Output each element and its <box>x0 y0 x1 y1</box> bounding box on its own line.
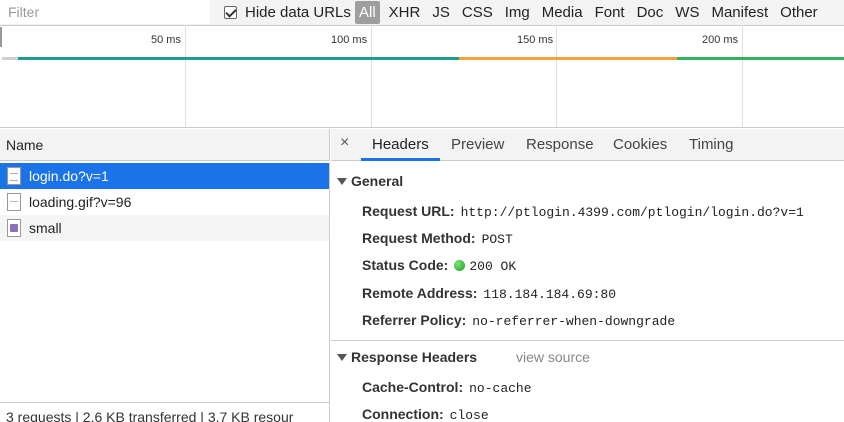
type-filter-all[interactable]: All <box>355 1 380 24</box>
timeline-gridline <box>556 27 557 127</box>
triangle-down-icon <box>337 177 347 185</box>
document-icon <box>7 167 21 185</box>
header-key: Referrer Policy: <box>362 312 467 328</box>
request-row[interactable]: small <box>0 215 329 241</box>
header-key: Cache-Control: <box>362 379 464 395</box>
timeline-tick-label: 100 ms <box>331 34 368 46</box>
timeline-gridline <box>371 27 372 127</box>
close-icon[interactable]: × <box>340 134 349 152</box>
detail-tabbar: × Headers Preview Response Cookies Timin… <box>331 129 844 161</box>
response-headers-section-toggle[interactable]: Response Headers <box>337 349 477 365</box>
name-column-header[interactable]: Name <box>0 129 330 161</box>
header-value: 200 OK <box>469 259 517 274</box>
type-filter-other[interactable]: Other <box>774 1 824 24</box>
section-title: Response Headers <box>351 349 478 365</box>
tab-response[interactable]: Response <box>526 136 594 153</box>
gif-icon <box>7 193 21 211</box>
header-row: Referrer Policy: no-referrer-when-downgra… <box>362 312 675 329</box>
timeline-bar-teal <box>18 57 459 60</box>
header-row: Request Method: POST <box>362 230 513 247</box>
header-value: POST <box>481 232 513 247</box>
timeline-tick-label: 50 ms <box>151 34 181 46</box>
triangle-down-icon <box>337 353 347 361</box>
hide-data-urls-label: Hide data URLs <box>245 3 351 21</box>
tab-cookies[interactable]: Cookies <box>613 136 667 153</box>
header-key: Request URL: <box>362 203 455 219</box>
type-filter-doc[interactable]: Doc <box>631 1 670 24</box>
filter-toolbar: Hide data URLs All XHR JS CSS Img Media … <box>0 0 844 26</box>
header-value: close <box>449 408 489 422</box>
type-filter-img[interactable]: Img <box>499 1 536 24</box>
header-key: Request Method: <box>362 230 476 246</box>
tab-preview[interactable]: Preview <box>451 136 504 153</box>
type-filter-css[interactable]: CSS <box>456 1 499 24</box>
request-list: login.do?v=1 loading.gif?v=96 small <box>0 162 330 402</box>
overview-window-handle[interactable] <box>0 27 2 47</box>
request-name: small <box>29 220 62 236</box>
type-filter-ws[interactable]: WS <box>669 1 705 24</box>
header-value: no-referrer-when-downgrade <box>472 314 676 329</box>
tab-timing[interactable]: Timing <box>689 136 733 153</box>
request-name: loading.gif?v=96 <box>29 194 132 210</box>
header-row: Request URL: http://ptlogin.4399.com/ptlo… <box>362 203 804 220</box>
timeline-gridline <box>742 27 743 127</box>
header-value: 118.184.184.69:80 <box>483 287 617 302</box>
section-divider <box>331 340 844 341</box>
section-title: General <box>351 173 404 189</box>
header-key: Connection: <box>362 406 444 422</box>
checkbox-checked-icon[interactable] <box>224 5 237 19</box>
headers-panel: General Request URL: http://ptlogin.4399.… <box>331 162 844 422</box>
timeline-gridline <box>185 27 186 127</box>
status-ok-icon <box>454 260 466 271</box>
timeline-tick-label: 150 ms <box>517 34 554 46</box>
header-row: Connection: close <box>362 406 489 422</box>
header-key: Remote Address: <box>362 285 478 301</box>
tab-headers[interactable]: Headers <box>372 136 429 153</box>
timeline-overview[interactable]: 50 ms 100 ms 150 ms 200 ms <box>0 27 844 128</box>
hide-data-urls-checkbox[interactable]: Hide data URLs <box>224 1 351 23</box>
name-header-label: Name <box>6 137 44 153</box>
header-row: Cache-Control: no-cache <box>362 379 532 396</box>
resource-type-filters: All XHR JS CSS Img Media Font Doc WS Man… <box>355 1 824 24</box>
timeline-bar-queued <box>2 57 18 60</box>
image-icon <box>7 219 21 237</box>
header-value: no-cache <box>469 381 532 396</box>
timeline-bar-green <box>677 57 844 60</box>
request-row[interactable]: login.do?v=1 <box>0 163 329 189</box>
request-summary: 3 requests | 2.6 KB transferred | 3.7 KB… <box>0 402 330 422</box>
general-section-toggle[interactable]: General <box>337 173 403 189</box>
type-filter-js[interactable]: JS <box>426 1 456 24</box>
header-key: Status Code: <box>362 257 449 273</box>
type-filter-manifest[interactable]: Manifest <box>705 1 774 24</box>
request-row[interactable]: loading.gif?v=96 <box>0 189 329 215</box>
header-row: Status Code: 200 OK <box>362 257 516 274</box>
view-source-link[interactable]: view source <box>516 349 590 365</box>
type-filter-font[interactable]: Font <box>589 1 631 24</box>
type-filter-media[interactable]: Media <box>536 1 589 24</box>
active-tab-indicator <box>361 158 440 161</box>
timeline-bar-orange <box>459 57 677 60</box>
filter-input[interactable] <box>0 0 210 24</box>
type-filter-xhr[interactable]: XHR <box>383 1 427 24</box>
timeline-tick-label: 200 ms <box>702 34 739 46</box>
request-name: login.do?v=1 <box>29 168 109 184</box>
header-row: Remote Address: 118.184.184.69:80 <box>362 285 616 302</box>
header-value: http://ptlogin.4399.com/ptlogin/login.do… <box>460 205 804 220</box>
